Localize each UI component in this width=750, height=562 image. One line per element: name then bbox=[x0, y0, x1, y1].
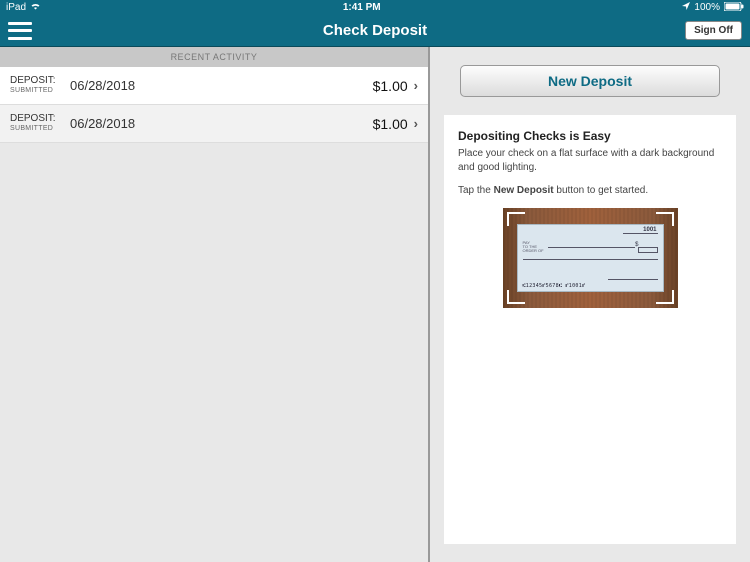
device-label: iPad bbox=[6, 2, 26, 13]
frame-corner bbox=[507, 290, 525, 304]
battery-icon bbox=[724, 2, 744, 14]
menu-button[interactable] bbox=[8, 22, 32, 40]
activity-label: DEPOSIT:SUBMITTED bbox=[10, 75, 66, 95]
activity-date: 06/28/2018 bbox=[70, 78, 373, 93]
battery-percent: 100% bbox=[694, 2, 720, 13]
right-pane: New Deposit Depositing Checks is Easy Pl… bbox=[430, 47, 750, 562]
activity-row[interactable]: DEPOSIT:SUBMITTED 06/28/2018$1.00 › bbox=[0, 105, 428, 143]
chevron-right-icon: › bbox=[414, 116, 418, 131]
left-pane: RECENT ACTIVITY DEPOSIT:SUBMITTED 06/28/2… bbox=[0, 47, 430, 562]
info-text-2b: button to get started. bbox=[554, 185, 649, 196]
status-time: 1:41 PM bbox=[343, 2, 381, 13]
chevron-right-icon: › bbox=[414, 78, 418, 93]
check-illustration: 1001 PAY TO THE ORDER OF $ ⑆12345⑈5678⑆ … bbox=[503, 208, 678, 308]
sign-off-button[interactable]: Sign Off bbox=[685, 21, 742, 40]
check-micr: ⑆12345⑈5678⑆ ⑈1001⑈ bbox=[523, 283, 586, 289]
new-deposit-button[interactable]: New Deposit bbox=[460, 65, 720, 97]
check-image: 1001 PAY TO THE ORDER OF $ ⑆12345⑈5678⑆ … bbox=[517, 224, 664, 292]
activity-amount: $1.00 bbox=[373, 78, 408, 94]
info-text-2bold: New Deposit bbox=[494, 185, 554, 196]
activity-amount: $1.00 bbox=[373, 116, 408, 132]
info-title: Depositing Checks is Easy bbox=[458, 129, 722, 143]
activity-label: DEPOSIT:SUBMITTED bbox=[10, 113, 66, 133]
frame-corner bbox=[656, 290, 674, 304]
status-bar: iPad 1:41 PM 100% bbox=[0, 0, 750, 15]
info-text-2a: Tap the bbox=[458, 185, 494, 196]
wifi-icon bbox=[30, 2, 41, 13]
nav-bar: Check Deposit Sign Off bbox=[0, 15, 750, 47]
info-card: Depositing Checks is Easy Place your che… bbox=[444, 115, 736, 544]
activity-list: DEPOSIT:SUBMITTED06/28/2018$1.00›DEPOSIT… bbox=[0, 67, 428, 143]
page-title: Check Deposit bbox=[0, 22, 750, 39]
device-frame: iPad 1:41 PM 100% Check Deposit Sign Off… bbox=[0, 0, 750, 562]
info-text-2: Tap the New Deposit button to get starte… bbox=[458, 184, 722, 198]
activity-date: 06/28/2018 bbox=[70, 116, 373, 131]
location-icon bbox=[682, 2, 690, 13]
recent-activity-header: RECENT ACTIVITY bbox=[0, 47, 428, 67]
body: RECENT ACTIVITY DEPOSIT:SUBMITTED 06/28/2… bbox=[0, 47, 750, 562]
info-text-1: Place your check on a flat surface with … bbox=[458, 147, 722, 174]
check-payto-label: PAY TO THE ORDER OF bbox=[523, 241, 545, 253]
activity-row[interactable]: DEPOSIT:SUBMITTED 06/28/2018$1.00 › bbox=[0, 67, 428, 105]
